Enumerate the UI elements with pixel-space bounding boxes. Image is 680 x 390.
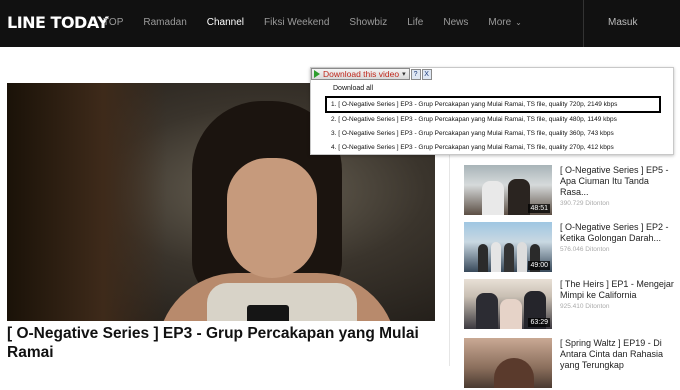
video-duration: 48:51 (528, 204, 550, 213)
download-helper-popup: Download this video ▾ ? X Download all 1… (310, 67, 674, 155)
related-video-title[interactable]: [ The Heirs ] EP1 - Mengejar Mimpi ke Ca… (560, 279, 675, 301)
related-video-title[interactable]: [ O-Negative Series ] EP2 - Ketika Golon… (560, 222, 675, 244)
login-link[interactable]: Masuk (608, 17, 637, 28)
nav-more[interactable]: More ⌄ (488, 17, 522, 28)
video-thumbnail[interactable]: 63:29 (464, 279, 552, 329)
video-title: [ O-Negative Series ] EP3 - Grup Percaka… (7, 325, 419, 361)
nav-divider (583, 0, 584, 47)
nav-life[interactable]: Life (407, 17, 423, 28)
related-video-views: 576.046 Ditonton (560, 246, 610, 253)
related-video-item[interactable]: [ Spring Waltz ] EP19 - Di Antara Cinta … (464, 338, 674, 390)
related-video-item[interactable]: 48:51 [ O-Negative Series ] EP5 - Apa Ci… (464, 165, 674, 217)
video-duration: 63:29 (528, 318, 550, 327)
related-video-title[interactable]: [ O-Negative Series ] EP5 - Apa Ciuman I… (560, 165, 675, 198)
chevron-down-icon: ⌄ (515, 18, 522, 27)
top-navigation-bar: LINE TODAY TOP Ramadan Channel Fiksi Wee… (0, 0, 680, 47)
download-button-label: Download this video (323, 69, 400, 79)
video-thumbnail[interactable]: 48:51 (464, 165, 552, 215)
video-frame-phone (247, 305, 289, 321)
download-option-480p[interactable]: 2. [ O-Negative Series ] EP3 - Grup Perc… (325, 113, 661, 127)
video-duration: 49:00 (528, 261, 550, 270)
nav-more-label: More (488, 17, 512, 28)
download-option-360p[interactable]: 3. [ O-Negative Series ] EP3 - Grup Perc… (325, 127, 661, 141)
download-helper-header: Download this video ▾ ? X (311, 68, 432, 80)
related-video-item[interactable]: 49:00 [ O-Negative Series ] EP2 - Ketika… (464, 222, 674, 274)
line-today-logo[interactable]: LINE TODAY (7, 13, 109, 32)
nav-fiksi-weekend[interactable]: Fiksi Weekend (264, 17, 329, 28)
nav-showbiz[interactable]: Showbiz (349, 17, 387, 28)
download-option-720p[interactable]: 1. [ O-Negative Series ] EP3 - Grup Perc… (325, 96, 661, 113)
play-icon (314, 70, 320, 78)
nav-news[interactable]: News (443, 17, 468, 28)
download-option-270p[interactable]: 4. [ O-Negative Series ] EP3 - Grup Perc… (325, 141, 661, 155)
main-nav: TOP Ramadan Channel Fiksi Weekend Showbi… (103, 17, 542, 28)
video-frame-figure-face (227, 158, 317, 278)
nav-channel[interactable]: Channel (207, 17, 244, 28)
help-button[interactable]: ? (410, 68, 421, 80)
close-button[interactable]: X (421, 68, 432, 80)
related-video-views: 925.410 Ditonton (560, 303, 610, 310)
nav-ramadan[interactable]: Ramadan (143, 17, 186, 28)
download-options-list: 1. [ O-Negative Series ] EP3 - Grup Perc… (325, 96, 661, 155)
nav-top[interactable]: TOP (103, 17, 123, 28)
download-all-option[interactable]: Download all (333, 85, 373, 92)
video-thumbnail[interactable]: 49:00 (464, 222, 552, 272)
related-video-item[interactable]: 63:29 [ The Heirs ] EP1 - Mengejar Mimpi… (464, 279, 674, 331)
download-this-video-button[interactable]: Download this video ▾ (311, 68, 410, 80)
video-frame-background (7, 83, 167, 321)
dropdown-arrow-icon: ▾ (402, 71, 406, 78)
related-video-views: 390.729 Ditonton (560, 200, 610, 207)
video-thumbnail[interactable] (464, 338, 552, 388)
related-video-title[interactable]: [ Spring Waltz ] EP19 - Di Antara Cinta … (560, 338, 675, 371)
